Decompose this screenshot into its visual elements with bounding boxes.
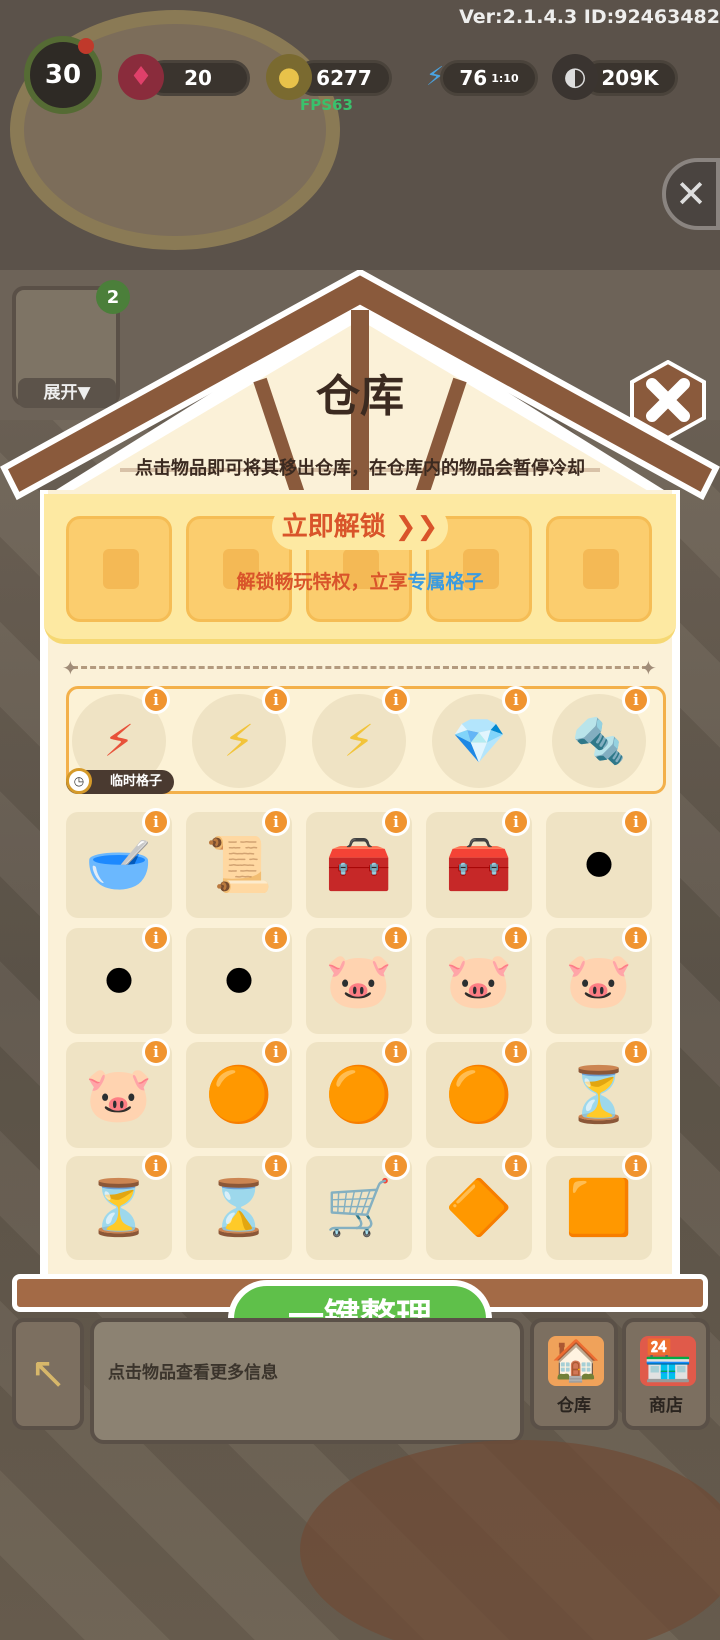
info-icon[interactable]: i xyxy=(502,924,530,952)
shop-nav-button[interactable]: 🏪 商店 xyxy=(622,1318,710,1430)
hourglass-icon: ⏳ xyxy=(85,1176,153,1239)
green-bowl-icon: 🥣 xyxy=(85,833,153,896)
info-icon[interactable]: i xyxy=(622,1038,650,1066)
gems-value: 20 xyxy=(184,66,212,90)
info-icon[interactable]: i xyxy=(502,808,530,836)
blue-hourglass-icon: ⌛ xyxy=(205,1176,273,1239)
info-icon[interactable]: i xyxy=(262,808,290,836)
shop-icon: 🏪 xyxy=(640,1336,696,1386)
amber-crystal-icon: 🔶 xyxy=(445,1176,513,1239)
unlock-now-button[interactable]: 立即解锁 ❯❯ xyxy=(272,504,448,550)
pink-gems-icon: 💎 xyxy=(451,716,507,767)
info-icon[interactable]: i xyxy=(622,808,650,836)
info-icon[interactable]: i xyxy=(262,1152,290,1180)
info-icon[interactable]: i xyxy=(142,808,170,836)
info-icon[interactable]: i xyxy=(142,924,170,952)
info-icon[interactable]: i xyxy=(142,686,170,714)
two-tires-icon: ⚫ xyxy=(96,949,142,1013)
energy-timer: 1:10 xyxy=(491,71,519,85)
back-arrow-icon[interactable]: ↖ xyxy=(12,1318,84,1430)
small-hourglass-icon: ⏳ xyxy=(565,1063,633,1126)
warehouse-icon: 🏠 xyxy=(548,1336,604,1386)
piggy-bank-icon: 🐷 xyxy=(565,949,633,1012)
seed-icon: ◐ xyxy=(552,54,598,100)
warehouse-nav-label: 仓库 xyxy=(557,1396,591,1416)
close-icon[interactable] xyxy=(628,360,708,440)
fps-label: FPS63 xyxy=(300,96,353,114)
info-icon[interactable]: i xyxy=(622,1152,650,1180)
coins-value: 6277 xyxy=(316,66,372,90)
stacked-papers-icon: 📜 xyxy=(205,833,273,896)
yellow-toolbox-icon: 🧰 xyxy=(325,833,393,896)
unlock-description: 解锁畅玩特权，立享专属格子 xyxy=(0,567,720,594)
info-icon[interactable]: i xyxy=(142,1152,170,1180)
info-icon[interactable]: i xyxy=(382,808,410,836)
yellow-energy-coin-icon: ⚡ xyxy=(343,715,375,767)
item-info-hint: 点击物品查看更多信息 xyxy=(108,1363,278,1383)
yellow-energy-coin-icon: ⚡ xyxy=(223,715,255,767)
energy-icon: ⚡ xyxy=(425,62,445,92)
single-tire-icon: ⚫ xyxy=(576,833,622,897)
warehouse-nav-button[interactable]: 🏠 仓库 xyxy=(530,1318,618,1430)
info-icon[interactable]: i xyxy=(382,686,410,714)
energy-value: 76 xyxy=(459,66,488,90)
info-icon[interactable]: i xyxy=(382,924,410,952)
orange-toolbox-icon: 🧰 xyxy=(445,833,513,896)
info-icon[interactable]: i xyxy=(502,1038,530,1066)
info-icon[interactable]: i xyxy=(382,1152,410,1180)
red-energy-coin-icon: ⚡ xyxy=(103,715,135,767)
info-icon[interactable]: i xyxy=(622,924,650,952)
sparkle-icon: ✦ xyxy=(640,656,657,680)
unlock-desc-text: 解锁畅玩特权，立享 xyxy=(236,571,408,593)
warehouse-subtitle: 点击物品即可将其移出仓库，在仓库内的物品会暂停冷却 xyxy=(135,458,585,479)
divider xyxy=(72,666,648,669)
info-icon[interactable]: i xyxy=(622,686,650,714)
info-icon[interactable]: i xyxy=(262,1038,290,1066)
level-badge[interactable]: 30 xyxy=(24,36,102,114)
blue-screw-icon: 🔩 xyxy=(571,716,627,767)
info-icon[interactable]: i xyxy=(502,1152,530,1180)
info-icon[interactable]: i xyxy=(502,686,530,714)
info-icon[interactable]: i xyxy=(262,686,290,714)
piggy-bank-icon: 🐷 xyxy=(85,1063,153,1126)
exclusive-slot-text: 专属格子 xyxy=(407,571,484,593)
tire-stack-icon: ⚫ xyxy=(216,949,262,1013)
gem-icon: ♦ xyxy=(118,54,164,100)
piggy-bank-icon: 🐷 xyxy=(325,949,393,1012)
info-icon[interactable]: i xyxy=(142,1038,170,1066)
warehouse-title: 仓库 xyxy=(316,371,404,422)
clock-icon: ◷ xyxy=(66,768,92,794)
piggy-bank-icon: 🐷 xyxy=(445,949,513,1012)
level-value: 30 xyxy=(44,60,82,90)
info-icon[interactable]: i xyxy=(262,924,290,952)
version-label: Ver:2.1.4.3 ID:92463482 xyxy=(459,6,720,28)
seeds-value: 209K xyxy=(601,66,659,90)
large-sand-orb-icon: 🟠 xyxy=(445,1063,513,1126)
sand-orb-icon: 🟠 xyxy=(205,1063,273,1126)
wheelbarrow-icon: 🛒 xyxy=(325,1176,393,1239)
sand-orbs-cluster-icon: 🟠 xyxy=(325,1063,393,1126)
shop-nav-label: 商店 xyxy=(649,1396,683,1416)
sparkle-icon: ✦ xyxy=(62,656,79,680)
notification-dot xyxy=(78,38,94,54)
info-icon[interactable]: i xyxy=(382,1038,410,1066)
amber-stone-icon: 🟧 xyxy=(565,1176,633,1239)
coin-icon: ● xyxy=(266,54,312,100)
